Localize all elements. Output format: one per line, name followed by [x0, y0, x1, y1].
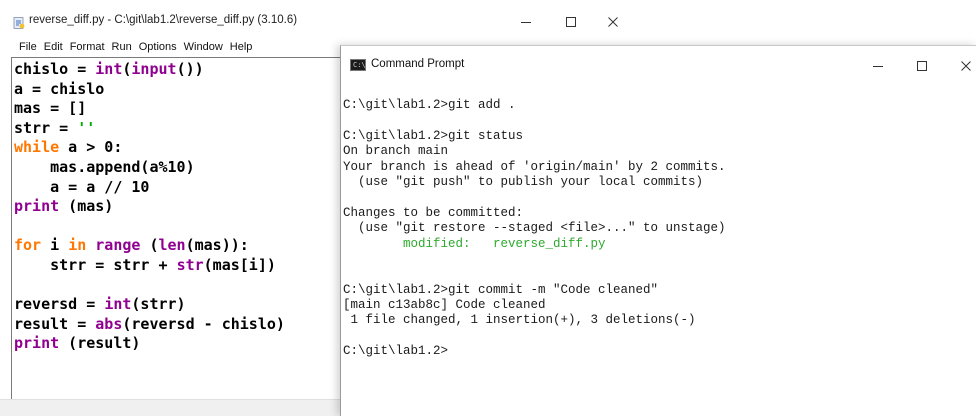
- cmd-close-button[interactable]: [951, 52, 976, 80]
- code-token: i: [41, 236, 69, 255]
- code-token: int: [95, 60, 123, 78]
- console-line: Changes to be committed:: [343, 205, 524, 220]
- idle-menu-bar: File Edit Format Run Options Window Help: [0, 41, 252, 55]
- console-line: C:\git\lab1.2>git commit -m "Code cleane…: [343, 282, 659, 297]
- console-line: On branch main: [343, 144, 449, 159]
- code-token: (reversd - chislo): [122, 314, 285, 333]
- maximize-icon: [917, 61, 927, 71]
- code-token: '': [77, 118, 96, 137]
- code-token: input: [131, 60, 177, 78]
- code-token: int: [104, 295, 132, 314]
- close-icon: [608, 17, 618, 27]
- code-token: print: [14, 197, 60, 216]
- console-line: (use "git restore --staged <file>..." to…: [343, 221, 726, 236]
- menu-edit[interactable]: Edit: [44, 41, 63, 55]
- code-token: (mas[i]): [203, 255, 276, 274]
- console-output[interactable]: C:\git\lab1.2>git add . C:\git\lab1.2>git…: [343, 98, 726, 360]
- code-token: print: [14, 334, 60, 353]
- maximize-icon: [566, 17, 576, 27]
- code-token: a = chislo: [14, 79, 105, 98]
- code-token: reversd =: [14, 295, 105, 314]
- cmd-minimize-button[interactable]: [863, 52, 893, 80]
- code-editor[interactable]: chislo = int ( input()) a = chislo mas = […: [11, 57, 342, 400]
- code-token: (mas)):: [185, 236, 249, 255]
- idle-maximize-button[interactable]: [556, 8, 586, 36]
- python-file-icon: [13, 17, 25, 29]
- idle-window-title: reverse_diff.py - C:\git\lab1.2\reverse_…: [29, 14, 298, 26]
- minimize-icon: [873, 66, 883, 67]
- code-token: ()): [176, 60, 204, 78]
- code-text[interactable]: chislo = int ( input()) a = chislo mas = […: [14, 60, 285, 354]
- idle-title-bar[interactable]: reverse_diff.py - C:\git\lab1.2\reverse_…: [0, 0, 638, 40]
- menu-window[interactable]: Window: [184, 41, 223, 55]
- console-line: C:\git\lab1.2>git status: [343, 128, 524, 143]
- console-line: C:\git\lab1.2>git add .: [343, 98, 516, 112]
- cmd-title-bar[interactable]: C:\ Command Prompt: [341, 46, 976, 86]
- menu-options[interactable]: Options: [139, 41, 177, 55]
- menu-format[interactable]: Format: [70, 41, 105, 55]
- minimize-icon: [521, 22, 531, 23]
- code-token: a > 0:: [59, 138, 123, 157]
- console-line: modified: reverse_diff.py: [343, 236, 606, 251]
- console-line: (use "git push" to publish your local co…: [343, 174, 704, 189]
- cmd-icon-glyph: C:\: [353, 61, 366, 69]
- code-token: strr = strr +: [14, 255, 177, 274]
- code-token: for: [14, 236, 42, 255]
- code-token: a = a // 10: [14, 177, 150, 196]
- command-prompt-window: C:\ Command Prompt C:\git\lab1.2>git add…: [340, 45, 976, 416]
- code-token: abs: [95, 314, 123, 333]
- cmd-maximize-button[interactable]: [907, 52, 937, 80]
- code-token: in: [68, 236, 87, 255]
- code-token: (result): [59, 334, 141, 353]
- menu-file[interactable]: File: [19, 41, 37, 55]
- code-token: (: [140, 236, 159, 255]
- code-token: mas = []: [14, 99, 87, 118]
- close-icon: [961, 61, 971, 71]
- command-prompt-icon: C:\: [350, 59, 366, 71]
- code-token: len: [158, 236, 186, 255]
- console-line: C:\git\lab1.2>: [343, 344, 449, 359]
- code-token: (mas): [59, 197, 114, 216]
- code-token: (strr): [131, 295, 186, 314]
- idle-close-button[interactable]: [598, 8, 628, 36]
- idle-minimize-button[interactable]: [511, 8, 541, 36]
- cmd-window-title: Command Prompt: [371, 58, 465, 70]
- console-line: Your branch is ahead of 'origin/main' by…: [343, 159, 726, 174]
- code-token: while: [14, 138, 60, 157]
- menu-help[interactable]: Help: [230, 41, 253, 55]
- console-line: 1 file changed, 1 insertion(+), 3 deleti…: [343, 313, 696, 328]
- menu-run[interactable]: Run: [112, 41, 132, 55]
- code-token: range: [95, 236, 141, 255]
- code-token: result =: [14, 314, 96, 333]
- code-token: strr =: [14, 118, 78, 137]
- console-line: [main c13ab8c] Code cleaned: [343, 298, 546, 313]
- code-token: str: [176, 255, 204, 274]
- idle-status-bar: [0, 399, 340, 416]
- code-token: mas.append(a%10): [14, 157, 195, 176]
- code-token: chislo =: [14, 60, 96, 78]
